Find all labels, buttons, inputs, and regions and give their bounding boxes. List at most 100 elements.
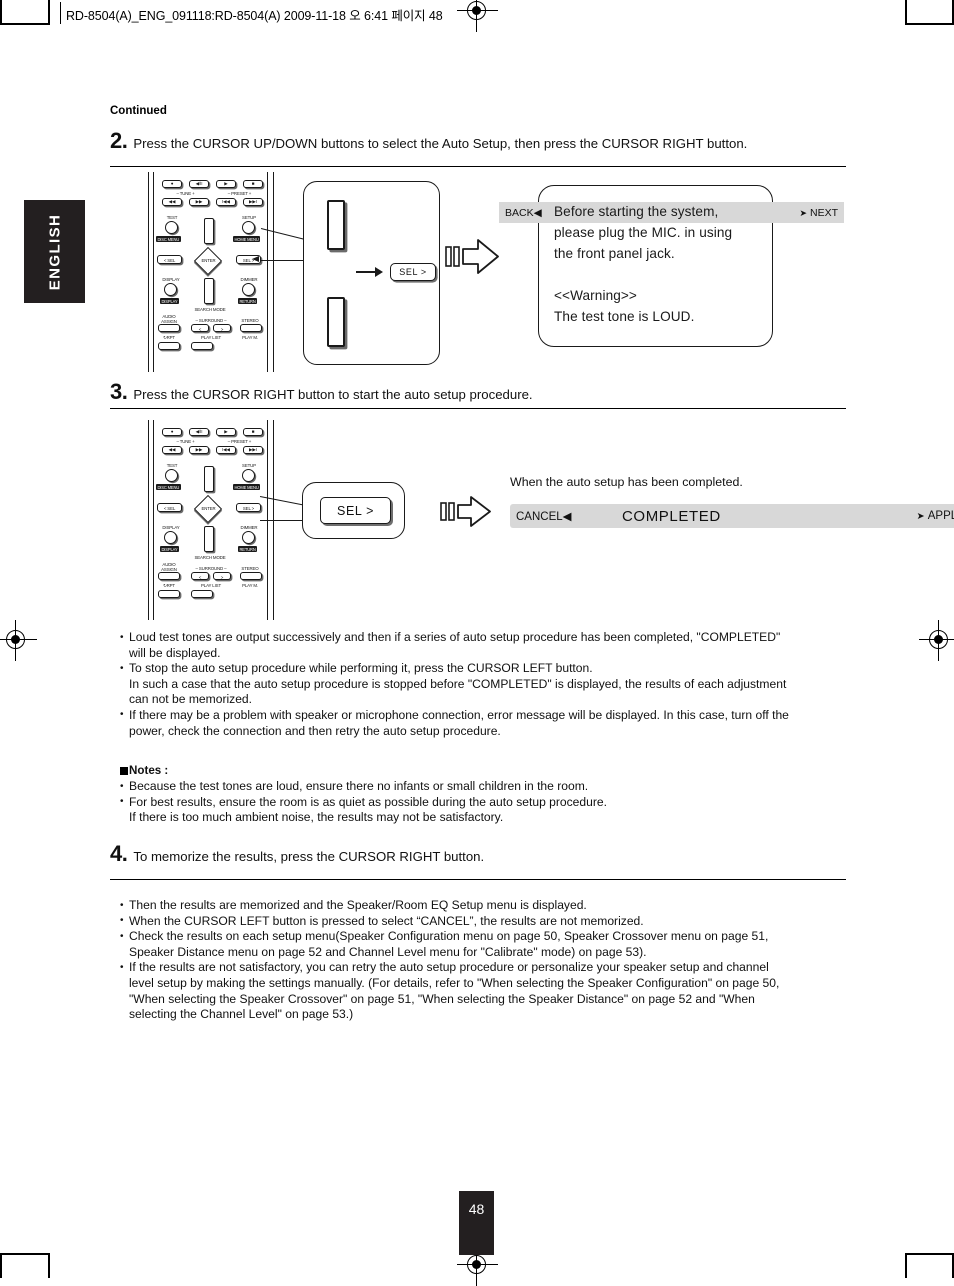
osd-apply-label: APPLY (927, 510, 954, 522)
remote-cursor-down-pad[interactable] (204, 278, 214, 304)
remote-2-test-label: TEST (166, 463, 178, 468)
registration-mark-right (919, 620, 954, 661)
reverse-pause-icon: ◀/II (195, 181, 203, 187)
callout-sel-right-button[interactable]: SEL > (390, 263, 436, 281)
remote-rpt-button[interactable] (158, 342, 180, 350)
crop-mark-top-left-horizontal (0, 23, 50, 25)
remote-2-sel-right-label: SEL > (242, 506, 255, 511)
page-number: 48 (468, 1201, 485, 1217)
remote-2-next-track-button[interactable]: ▶▶I (243, 446, 263, 454)
remote-2-cursor-down-pad[interactable] (204, 526, 214, 552)
remote-setup-label: SETUP (242, 215, 256, 220)
remote-2-rpt-label: ↻RPT (163, 583, 175, 588)
crop-mark-top-right-horizontal (905, 23, 954, 25)
remote-tune-label: – TUNE + (176, 191, 195, 196)
remote-surround-left-button[interactable]: < (191, 324, 209, 332)
square-bullet-icon (120, 766, 128, 775)
callout-leader-line-lower (261, 260, 306, 262)
remote-surround-right-button[interactable]: > (213, 324, 231, 332)
figure-step-3: ● ◀/II ▶ ■ – TUNE + – PRESET + ◀◀ ▶▶ I◀◀… (140, 420, 954, 625)
remote-next-track-button[interactable]: ▶▶I (243, 198, 263, 206)
remote-edge-outer-right (273, 172, 275, 372)
record-icon: ● (170, 181, 174, 187)
remote-display-menu-label: DISPLAY (160, 298, 179, 304)
osd-cancel-control[interactable]: CANCEL◀ (510, 509, 578, 523)
registration-mark-left (0, 620, 37, 661)
remote-edge-outer-left (148, 172, 150, 372)
remote-edge-inner-right (267, 172, 269, 372)
list-item: For best results, ensure the room is as … (120, 794, 860, 826)
remote-2-play-button[interactable]: ▶ (216, 428, 236, 436)
bullet-line: will be displayed. (129, 645, 221, 660)
remote-disc-menu-label: DISC MENU (156, 236, 181, 242)
rewind-icon: ◀◀ (168, 199, 176, 205)
remote-2-preset-label: – PRESET + (227, 439, 252, 444)
remote-2-prev-track-button[interactable]: I◀◀ (216, 446, 236, 454)
remote-2-cursor-up-pad[interactable] (204, 466, 214, 492)
remote-stereo-button[interactable] (240, 324, 262, 332)
remote-record-button[interactable]: ● (162, 180, 182, 188)
osd-next-label: NEXT (809, 206, 838, 219)
bullet-line: Check the results on each setup menu(Spe… (129, 929, 769, 944)
callout-box-step-3: SEL > (302, 482, 405, 539)
remote-2-tune-label: – TUNE + (176, 439, 195, 444)
osd-next-control[interactable]: ➤ NEXT (794, 207, 844, 219)
remote-test-knob[interactable] (165, 221, 178, 234)
remote-2-forward-button[interactable]: ▶▶ (189, 446, 209, 454)
remote-2-rewind-button[interactable]: ◀◀ (162, 446, 182, 454)
remote-2-rpt-button[interactable] (158, 590, 180, 598)
remote-2-surround-right-button[interactable]: > (213, 572, 231, 580)
crop-mark-bottom-right-vertical (905, 1253, 907, 1278)
language-tab-label: ENGLISH (46, 213, 63, 290)
remote-2-dimmer-knob[interactable] (242, 531, 255, 544)
remote-rewind-button[interactable]: ◀◀ (162, 198, 182, 206)
remote-play-list-button[interactable] (191, 342, 213, 350)
osd-apply-control[interactable]: ➤ APPLY (911, 510, 954, 522)
bullets-after-step-4: Then the results are memorized and the S… (120, 898, 860, 1023)
print-slug-line: RD-8504(A)_ENG_091118:RD-8504(A) 2009-11… (66, 9, 443, 23)
remote-dimmer-knob[interactable] (242, 283, 255, 296)
remote-2-home-menu-label: HOME MENU (233, 484, 261, 490)
remote-2-stop-button[interactable]: ■ (243, 428, 263, 436)
remote-2-reverse-pause-button[interactable]: ◀/II (189, 428, 209, 436)
remote-display-knob[interactable] (164, 283, 177, 296)
note-line: Because the test tones are loud, ensure … (129, 779, 589, 793)
note-line: For best results, ensure the room is as … (129, 794, 607, 809)
remote-2-edge-outer-left (148, 420, 150, 620)
notes-heading: Notes : (120, 764, 168, 777)
step-3-number: 3. (110, 379, 128, 404)
remote-2-record-button[interactable]: ● (162, 428, 182, 436)
osd-back-control[interactable]: BACK◀ (499, 207, 548, 219)
remote-play-button[interactable]: ▶ (216, 180, 236, 188)
remote-prev-track-button[interactable]: I◀◀ (216, 198, 236, 206)
remote-2-stereo-button[interactable] (240, 572, 262, 580)
remote-2-return-label: RETURN (238, 546, 258, 552)
remote-forward-button[interactable]: ▶▶ (189, 198, 209, 206)
remote-2-sel-right-button[interactable]: SEL > (236, 503, 261, 512)
remote-2-sel-left-button[interactable]: < SEL (157, 503, 182, 512)
remote-2-display-knob[interactable] (164, 531, 177, 544)
remote-stop-button[interactable]: ■ (243, 180, 263, 188)
remote-2-surround-left-button[interactable]: < (191, 572, 209, 580)
osd-warning-body: The test tone is LOUD. (554, 309, 695, 324)
remote-2-test-knob[interactable] (165, 469, 178, 482)
crop-mark-bottom-left-inner-v (0, 1253, 2, 1278)
callout-2-sel-right-button[interactable]: SEL > (320, 497, 391, 524)
bullet-line: When the CURSOR LEFT button is pressed t… (129, 913, 644, 928)
callout-cursor-down-pad[interactable] (327, 297, 345, 347)
remote-reverse-pause-button[interactable]: ◀/II (189, 180, 209, 188)
remote-2-setup-knob[interactable] (242, 469, 255, 482)
bullet-line: power, check the connection and then ret… (129, 723, 501, 738)
remote-dimmer-label: DIMMER (240, 277, 258, 282)
remote-sel-left-button[interactable]: < SEL (157, 255, 182, 264)
remote-2-disc-menu-label: DISC MENU (156, 484, 181, 490)
remote-setup-knob[interactable] (242, 221, 255, 234)
remote-cursor-up-pad[interactable] (204, 218, 214, 244)
callout-cursor-up-pad[interactable] (327, 200, 345, 250)
step-3-rule (110, 408, 846, 410)
right-arrow-icon: ➤ (916, 511, 925, 522)
remote-audio-assign-button[interactable] (158, 324, 180, 332)
remote-2-audio-assign-button[interactable] (158, 572, 180, 580)
remote-2-play-list-button[interactable] (191, 590, 213, 598)
remote-2-dimmer-label: DIMMER (240, 525, 258, 530)
